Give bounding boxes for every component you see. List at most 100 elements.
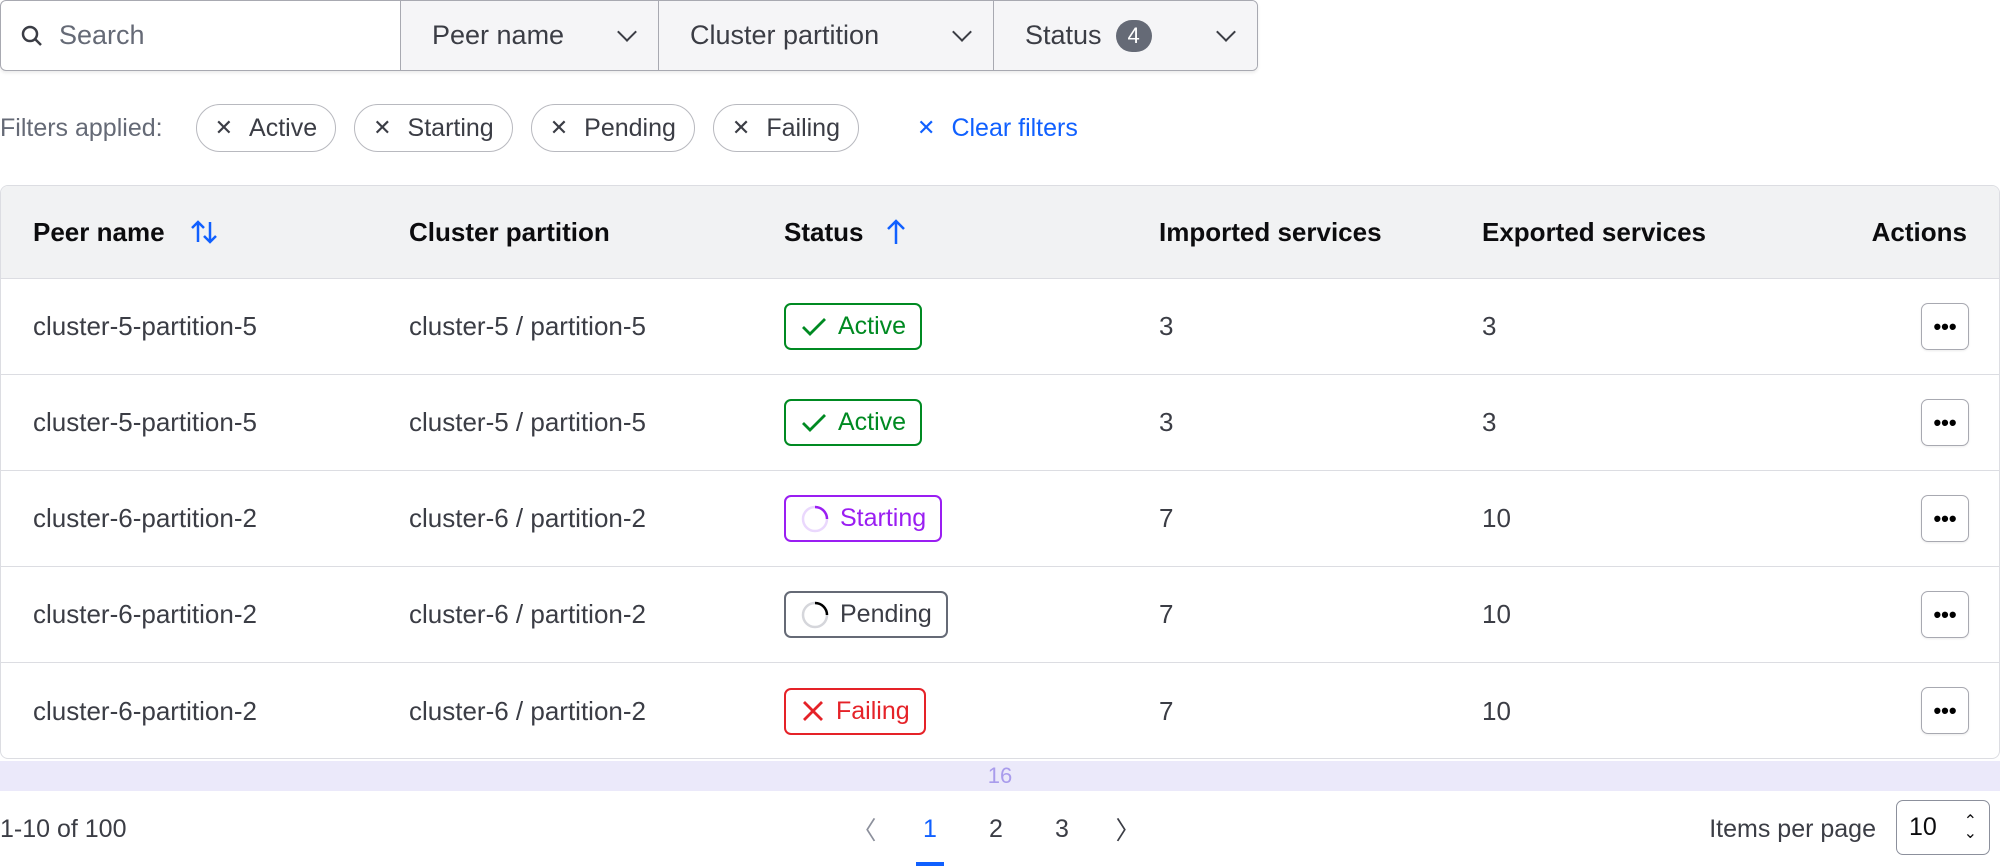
chevron-down-icon (1216, 21, 1236, 42)
status-label: Active (838, 312, 907, 340)
peer-name-filter-dropdown[interactable]: Peer name (400, 1, 658, 70)
check-icon (800, 411, 828, 435)
chevron-down-icon (952, 21, 972, 42)
status-filter-dropdown[interactable]: Status 4 (993, 1, 1257, 70)
imported-services-cell: 3 (1159, 311, 1174, 341)
header-peer-name[interactable]: Peer name (33, 186, 219, 278)
search-input[interactable]: Search (1, 1, 400, 70)
imported-services-cell: 7 (1159, 503, 1174, 533)
peer-name-cell: cluster-5-partition-5 (33, 311, 257, 341)
search-icon (21, 25, 42, 46)
status-cell: Starting (784, 471, 943, 566)
status-label: Starting (840, 504, 927, 532)
status-label: Active (838, 408, 907, 436)
table-row: cluster-6-partition-2 cluster-6 / partit… (1, 471, 1999, 567)
ellipsis-icon: ••• (1933, 505, 1957, 531)
close-icon: ✕ (373, 115, 392, 140)
status-cell: Active (784, 279, 923, 374)
peer-name-cell: cluster-6-partition-2 (33, 503, 257, 533)
header-actions: Actions (1872, 186, 1967, 278)
pagination-nav: 〈 1 2 3 〉 (831, 808, 1161, 866)
exported-services-cell: 10 (1482, 503, 1511, 533)
table-row: cluster-6-partition-2 cluster-6 / partit… (1, 663, 1999, 758)
table-header: Peer name Cluster partition Status Impor… (1, 186, 1999, 279)
status-badge: Failing (784, 687, 926, 735)
page-1-button[interactable]: 1 (897, 815, 963, 866)
loading-icon (800, 600, 830, 630)
filters-applied-label: Filters applied: (0, 113, 163, 142)
cluster-partition-cell: cluster-5 / partition-5 (409, 311, 646, 341)
page-2-button[interactable]: 2 (963, 815, 1029, 844)
cluster-partition-cell: cluster-5 / partition-5 (409, 407, 646, 437)
chevron-up-down-icon: ⌃ ⌄ (1963, 812, 1977, 842)
more-actions-button[interactable]: ••• (1921, 303, 1969, 350)
header-label: Imported services (1159, 216, 1382, 247)
status-cell: Active (784, 375, 923, 470)
exported-services-cell: 3 (1482, 311, 1497, 341)
chip-label: Active (249, 113, 318, 142)
more-actions-button[interactable]: ••• (1921, 591, 1969, 638)
more-actions-button[interactable]: ••• (1921, 399, 1969, 446)
filter-chip-pending[interactable]: ✕ Pending (530, 104, 695, 152)
next-page-button[interactable]: 〉 (1095, 811, 1161, 847)
status-cell: Pending (784, 567, 948, 662)
spacing-overlay: 16 (0, 761, 2000, 791)
peer-name-cell: cluster-5-partition-5 (33, 407, 257, 437)
sort-ascending-icon (887, 219, 906, 244)
filter-chip-failing[interactable]: ✕ Failing (712, 104, 859, 152)
ellipsis-icon: ••• (1933, 409, 1957, 435)
ellipsis-icon: ••• (1933, 697, 1957, 723)
sort-icon (190, 220, 217, 244)
header-exported-services: Exported services (1482, 186, 1706, 278)
chip-label: Failing (766, 113, 840, 142)
filter-chip-starting[interactable]: ✕ Starting (354, 104, 513, 152)
chip-label: Starting (407, 113, 494, 142)
header-label: Peer name (33, 216, 165, 247)
status-label: Failing (836, 696, 910, 725)
status-badge: Active (784, 303, 923, 350)
chevron-down-icon (617, 21, 637, 42)
header-imported-services: Imported services (1159, 186, 1382, 278)
header-label: Cluster partition (409, 216, 610, 247)
close-icon: ✕ (549, 115, 569, 140)
imported-services-cell: 3 (1159, 407, 1174, 437)
status-label: Pending (840, 600, 932, 628)
cluster-partition-cell: cluster-6 / partition-2 (409, 695, 646, 726)
items-per-page-value: 10 (1909, 813, 1937, 841)
peers-table: Peer name Cluster partition Status Impor… (0, 185, 2000, 759)
table-row: cluster-5-partition-5 cluster-5 / partit… (1, 279, 1999, 375)
more-actions-button[interactable]: ••• (1921, 687, 1969, 734)
check-icon (800, 315, 828, 339)
page-3-button[interactable]: 3 (1029, 815, 1095, 844)
header-cluster-partition: Cluster partition (409, 186, 610, 278)
status-badge: Pending (784, 591, 948, 638)
clear-filters-button[interactable]: ✕ Clear filters (917, 114, 1078, 143)
header-label: Actions (1871, 216, 1967, 247)
applied-filters: Filters applied: ✕ Active ✕ Starting ✕ Pend… (0, 104, 1078, 152)
prev-page-button[interactable]: 〈 (831, 811, 897, 847)
clear-filters-label: Clear filters (951, 113, 1078, 142)
status-cell: Failing (784, 663, 926, 758)
filter-chip-active[interactable]: ✕ Active (195, 104, 337, 152)
imported-services-cell: 7 (1159, 695, 1174, 726)
items-per-page-label: Items per page (1709, 814, 1876, 843)
x-icon (800, 698, 826, 724)
chip-label: Pending (584, 113, 676, 142)
exported-services-cell: 10 (1482, 599, 1511, 629)
peer-name-cell: cluster-6-partition-2 (33, 599, 257, 629)
header-label: Status (784, 216, 864, 247)
table-row: cluster-6-partition-2 cluster-6 / partit… (1, 567, 1999, 663)
items-per-page-select[interactable]: 10 ⌃ ⌄ (1896, 800, 1990, 855)
ellipsis-icon: ••• (1933, 601, 1957, 627)
loading-icon (800, 504, 830, 534)
header-label: Exported services (1482, 216, 1707, 247)
header-status[interactable]: Status (784, 186, 907, 278)
imported-services-cell: 7 (1159, 599, 1174, 629)
search-placeholder: Search (59, 20, 145, 50)
exported-services-cell: 10 (1482, 695, 1511, 726)
exported-services-cell: 3 (1482, 407, 1497, 437)
cluster-partition-filter-dropdown[interactable]: Cluster partition (658, 1, 993, 70)
table-row: cluster-5-partition-5 cluster-5 / partit… (1, 375, 1999, 471)
more-actions-button[interactable]: ••• (1921, 495, 1969, 542)
status-badge: Starting (784, 495, 943, 542)
